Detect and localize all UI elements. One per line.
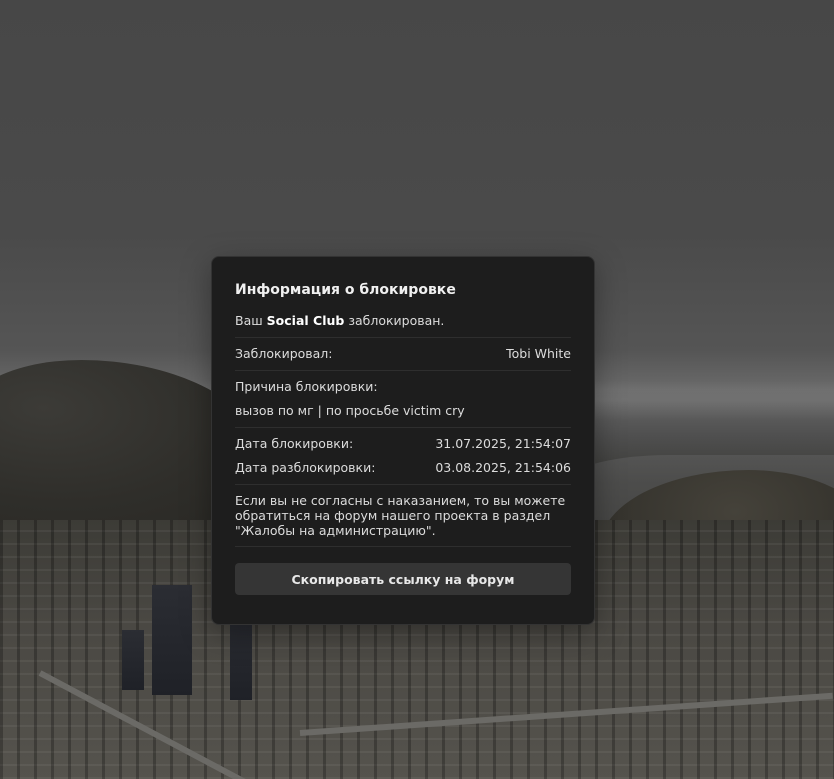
- account-prefix: Ваш: [235, 313, 263, 328]
- block-date-value: 31.07.2025, 21:54:07: [435, 436, 571, 451]
- divider: [235, 484, 571, 485]
- reason-value: вызов по мг | по просьбе victim cry: [235, 403, 465, 418]
- blocked-by-row: Заблокировал: Tobi White: [235, 346, 571, 362]
- unblock-date-row: Дата разблокировки: 03.08.2025, 21:54:06: [235, 460, 571, 476]
- ban-info-dialog: Информация о блокировке Ваш Social Club …: [211, 256, 595, 625]
- dialog-title: Информация о блокировке: [235, 282, 456, 298]
- unblock-date-value: 03.08.2025, 21:54:06: [435, 460, 571, 475]
- reason-label: Причина блокировки:: [235, 379, 378, 394]
- account-status: Ваш Social Club заблокирован.: [235, 313, 571, 329]
- block-date-row: Дата блокировки: 31.07.2025, 21:54:07: [235, 436, 571, 452]
- copy-forum-link-button[interactable]: Скопировать ссылку на форум: [235, 563, 571, 595]
- skyscraper: [152, 585, 192, 695]
- blocked-by-label: Заблокировал:: [235, 346, 333, 361]
- divider: [235, 370, 571, 371]
- divider: [235, 546, 571, 547]
- unblock-date-label: Дата разблокировки:: [235, 460, 376, 475]
- blocked-by-value: Tobi White: [506, 346, 571, 361]
- account-suffix: заблокирован.: [348, 313, 445, 328]
- skyscraper: [122, 630, 144, 690]
- block-date-label: Дата блокировки:: [235, 436, 354, 451]
- divider: [235, 337, 571, 338]
- account-name: Social Club: [266, 313, 345, 328]
- game-background: Информация о блокировке Ваш Social Club …: [0, 0, 834, 779]
- divider: [235, 427, 571, 428]
- appeal-note: Если вы не согласны с наказанием, то вы …: [235, 493, 566, 538]
